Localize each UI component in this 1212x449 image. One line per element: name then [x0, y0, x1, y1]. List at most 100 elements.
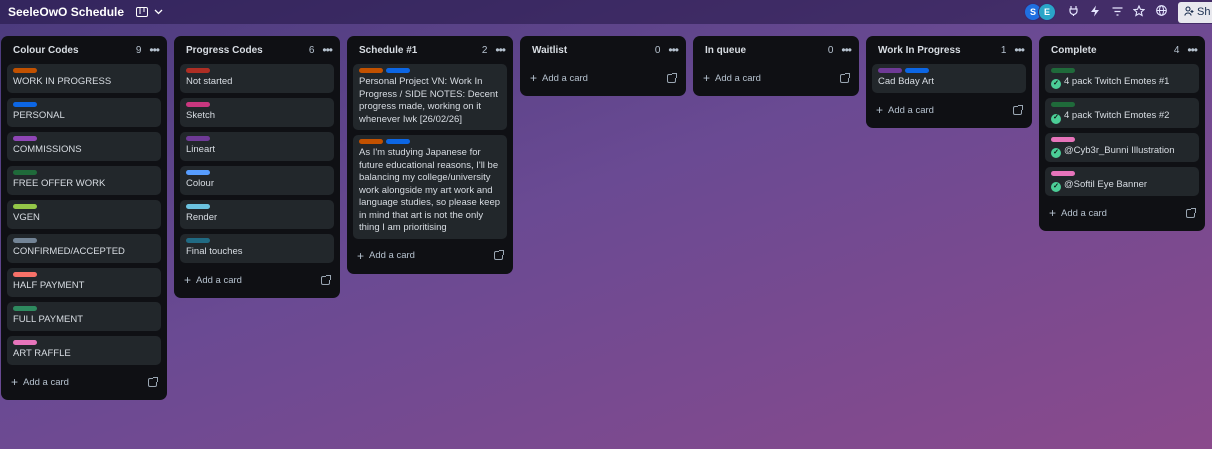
- card[interactable]: WORK IN PROGRESS: [7, 64, 161, 93]
- card-label[interactable]: [186, 102, 210, 107]
- card-label[interactable]: [13, 272, 37, 277]
- card-template-icon[interactable]: [1186, 207, 1196, 218]
- list-header[interactable]: In queue 0 •••: [699, 36, 853, 64]
- card[interactable]: CONFIRMED/ACCEPTED: [7, 234, 161, 263]
- card-label[interactable]: [1051, 68, 1075, 73]
- card-label[interactable]: [13, 238, 37, 243]
- power-up-icon[interactable]: [1062, 5, 1084, 19]
- card-label[interactable]: [1051, 102, 1075, 108]
- card-label[interactable]: [878, 68, 902, 73]
- card-label[interactable]: [13, 340, 37, 345]
- card-label[interactable]: [905, 68, 929, 73]
- list-card-count: 0: [827, 44, 834, 56]
- card-label[interactable]: [13, 204, 37, 209]
- card[interactable]: Lineart: [180, 132, 334, 161]
- card[interactable]: ✓ 4 pack Twitch Emotes #2: [1045, 98, 1199, 128]
- board-view-icon[interactable]: [136, 7, 149, 17]
- list-title[interactable]: Waitlist: [532, 45, 655, 56]
- more-options-icon[interactable]: •••: [495, 43, 506, 57]
- card[interactable]: ✓ @Cyb3r_Bunni Illustration: [1045, 132, 1199, 162]
- list-header[interactable]: Progress Codes 6 •••: [180, 36, 334, 64]
- list-header[interactable]: Complete 4 •••: [1045, 36, 1199, 64]
- avatar[interactable]: E: [1038, 3, 1056, 21]
- check-circle-icon[interactable]: ✓: [1051, 147, 1061, 158]
- more-options-icon[interactable]: •••: [1014, 43, 1025, 57]
- check-circle-icon[interactable]: ✓: [1051, 182, 1061, 192]
- list-title[interactable]: Progress Codes: [186, 45, 309, 56]
- check-circle-icon[interactable]: ✓: [1051, 79, 1061, 90]
- card[interactable]: Render: [180, 200, 334, 229]
- card[interactable]: Final touches: [180, 234, 334, 263]
- more-options-icon[interactable]: •••: [149, 43, 160, 57]
- card-label[interactable]: [186, 136, 210, 141]
- card[interactable]: ART RAFFLE: [7, 336, 161, 365]
- add-card-label: Add a card: [196, 274, 242, 286]
- more-options-icon[interactable]: •••: [1187, 43, 1198, 57]
- card-label[interactable]: [13, 306, 37, 311]
- list-title[interactable]: Work In Progress: [878, 45, 1001, 56]
- card-label[interactable]: [1051, 170, 1075, 176]
- card-title-text: Not started: [186, 76, 233, 87]
- card-template-icon[interactable]: [840, 72, 850, 83]
- add-card-button[interactable]: + Add a card: [1045, 201, 1199, 225]
- card-label[interactable]: [386, 68, 410, 73]
- card[interactable]: FREE OFFER WORK: [7, 166, 161, 195]
- card-label[interactable]: [186, 170, 210, 175]
- list-title[interactable]: In queue: [705, 45, 828, 56]
- card-label[interactable]: [359, 68, 383, 73]
- card-label[interactable]: [186, 204, 210, 209]
- share-button[interactable]: Sh: [1178, 1, 1212, 23]
- more-options-icon[interactable]: •••: [668, 43, 679, 57]
- card[interactable]: As I'm studying Japanese for future educ…: [353, 135, 507, 239]
- list-title[interactable]: Complete: [1051, 45, 1174, 56]
- card[interactable]: VGEN: [7, 200, 161, 229]
- card-labels: [13, 136, 155, 142]
- chevron-down-icon[interactable]: [154, 7, 163, 18]
- card-label[interactable]: [386, 139, 410, 144]
- list-header[interactable]: Waitlist 0 •••: [526, 36, 680, 64]
- card[interactable]: Personal Project VN: Work In Progress / …: [353, 64, 507, 130]
- card-label[interactable]: [186, 68, 210, 73]
- card-template-icon[interactable]: [1013, 104, 1023, 115]
- check-circle-icon[interactable]: ✓: [1051, 113, 1061, 124]
- list-title[interactable]: Colour Codes: [13, 45, 136, 56]
- list-header[interactable]: Work In Progress 1 •••: [872, 36, 1026, 64]
- add-card-button[interactable]: + Add a card: [180, 268, 334, 292]
- globe-icon[interactable]: [1150, 5, 1172, 19]
- card-label[interactable]: [13, 68, 37, 73]
- list-title[interactable]: Schedule #1: [359, 45, 482, 56]
- card[interactable]: Sketch: [180, 98, 334, 127]
- card-template-icon[interactable]: [494, 250, 504, 260]
- card[interactable]: Not started: [180, 64, 334, 93]
- card-template-icon[interactable]: [667, 72, 677, 83]
- card[interactable]: Colour: [180, 166, 334, 195]
- add-card-button[interactable]: + Add a card: [353, 244, 507, 268]
- card-label[interactable]: [1051, 136, 1075, 142]
- card-label[interactable]: [359, 139, 383, 144]
- add-card-button[interactable]: + Add a card: [7, 370, 161, 394]
- add-card-button[interactable]: + Add a card: [526, 66, 680, 90]
- card[interactable]: Cad Bday Art: [872, 64, 1026, 93]
- card-label[interactable]: [13, 170, 37, 175]
- more-options-icon[interactable]: •••: [322, 43, 333, 57]
- card[interactable]: PERSONAL: [7, 98, 161, 127]
- star-icon[interactable]: [1128, 4, 1150, 20]
- card[interactable]: COMMISSIONS: [7, 132, 161, 161]
- filter-icon[interactable]: [1106, 5, 1128, 19]
- card[interactable]: FULL PAYMENT: [7, 302, 161, 331]
- card[interactable]: ✓ @Softil Eye Banner: [1045, 166, 1199, 196]
- list-header[interactable]: Schedule #1 2 •••: [353, 36, 507, 64]
- card-label[interactable]: [13, 102, 37, 107]
- list-header[interactable]: Colour Codes 9 •••: [7, 36, 161, 64]
- board-title[interactable]: SeeleOwO Schedule: [8, 5, 124, 19]
- card-template-icon[interactable]: [148, 376, 158, 387]
- card-template-icon[interactable]: [321, 274, 331, 285]
- add-card-button[interactable]: + Add a card: [872, 98, 1026, 122]
- card[interactable]: HALF PAYMENT: [7, 268, 161, 297]
- add-card-button[interactable]: + Add a card: [699, 66, 853, 90]
- card[interactable]: ✓ 4 pack Twitch Emotes #1: [1045, 64, 1199, 94]
- more-options-icon[interactable]: •••: [841, 43, 852, 57]
- automation-icon[interactable]: [1084, 5, 1106, 20]
- card-label[interactable]: [13, 136, 37, 141]
- card-label[interactable]: [186, 238, 210, 243]
